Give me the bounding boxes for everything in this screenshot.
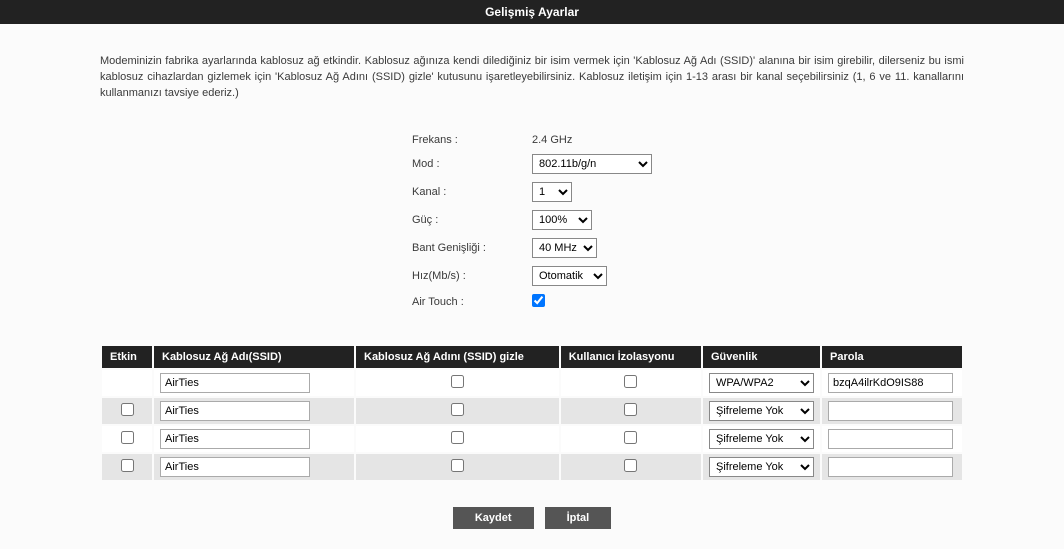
hide-ssid-checkbox[interactable] (451, 375, 464, 388)
isolation-checkbox[interactable] (624, 459, 637, 472)
hide-ssid-checkbox[interactable] (451, 459, 464, 472)
content: Modeminizin fabrika ayarlarında kablosuz… (0, 24, 1064, 549)
power-label: Güç : (404, 206, 524, 234)
save-button[interactable]: Kaydet (453, 507, 534, 529)
table-row: Şifreleme Yok (102, 426, 962, 452)
security-select[interactable]: Şifreleme Yok (709, 457, 814, 477)
ssid-table: Etkin Kablosuz Ağ Adı(SSID) Kablosuz Ağ … (100, 344, 964, 482)
mode-select[interactable]: 802.11b/g/n (532, 154, 652, 174)
settings-table: Frekans : 2.4 GHz Mod : 802.11b/g/n Kana… (404, 130, 660, 314)
password-input[interactable] (828, 373, 953, 393)
ssid-input[interactable] (160, 429, 310, 449)
password-input[interactable] (828, 457, 953, 477)
bandwidth-select[interactable]: 40 MHz (532, 238, 597, 258)
button-bar: Kaydet İptal (100, 507, 964, 529)
col-hide: Kablosuz Ağ Adını (SSID) gizle (356, 346, 559, 368)
ssid-input[interactable] (160, 373, 310, 393)
power-select[interactable]: 100% (532, 210, 592, 230)
table-row: WPA/WPA2 (102, 370, 962, 396)
isolation-checkbox[interactable] (624, 431, 637, 444)
col-ssid: Kablosuz Ağ Adı(SSID) (154, 346, 354, 368)
bw-label: Bant Genişliği : (404, 234, 524, 262)
table-row: Şifreleme Yok (102, 454, 962, 480)
mode-label: Mod : (404, 150, 524, 178)
security-select[interactable]: Şifreleme Yok (709, 401, 814, 421)
security-select[interactable]: WPA/WPA2 (709, 373, 814, 393)
freq-value: 2.4 GHz (524, 130, 660, 150)
enable-checkbox[interactable] (121, 431, 134, 444)
isolation-checkbox[interactable] (624, 403, 637, 416)
description-text: Modeminizin fabrika ayarlarında kablosuz… (100, 54, 964, 102)
settings-block: Frekans : 2.4 GHz Mod : 802.11b/g/n Kana… (100, 130, 964, 314)
col-pass: Parola (822, 346, 962, 368)
enable-checkbox[interactable] (121, 459, 134, 472)
channel-label: Kanal : (404, 178, 524, 206)
password-input[interactable] (828, 429, 953, 449)
page-title: Gelişmiş Ayarlar (0, 0, 1064, 24)
ssid-input[interactable] (160, 457, 310, 477)
cancel-button[interactable]: İptal (545, 507, 612, 529)
freq-label: Frekans : (404, 130, 524, 150)
col-etkin: Etkin (102, 346, 152, 368)
table-row: Şifreleme Yok (102, 398, 962, 424)
enable-checkbox[interactable] (121, 403, 134, 416)
isolation-checkbox[interactable] (624, 375, 637, 388)
hide-ssid-checkbox[interactable] (451, 431, 464, 444)
password-input[interactable] (828, 401, 953, 421)
airtouch-checkbox[interactable] (532, 294, 545, 307)
rate-label: Hız(Mb/s) : (404, 262, 524, 290)
col-sec: Güvenlik (703, 346, 820, 368)
col-iso: Kullanıcı İzolasyonu (561, 346, 701, 368)
rate-select[interactable]: Otomatik (532, 266, 607, 286)
security-select[interactable]: Şifreleme Yok (709, 429, 814, 449)
hide-ssid-checkbox[interactable] (451, 403, 464, 416)
airtouch-label: Air Touch : (404, 290, 524, 314)
ssid-input[interactable] (160, 401, 310, 421)
channel-select[interactable]: 1 (532, 182, 572, 202)
